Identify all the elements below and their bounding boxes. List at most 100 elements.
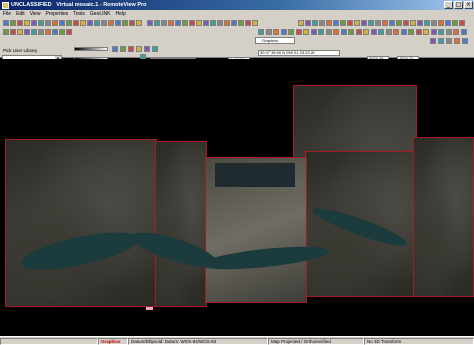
- tool-icon-8[interactable]: [52, 29, 58, 35]
- toolbar-icon-20[interactable]: [136, 20, 142, 26]
- graphics-icon-17[interactable]: [378, 29, 384, 35]
- toolbar-icon-r-10[interactable]: [361, 20, 367, 26]
- toolbar-icon-6[interactable]: [38, 20, 44, 26]
- toolbar-icon-29[interactable]: [203, 20, 209, 26]
- graphics-icon-18[interactable]: [385, 29, 392, 35]
- graphics-icon-15[interactable]: [363, 29, 369, 35]
- graphics-icon-23[interactable]: [423, 29, 429, 35]
- menu-view[interactable]: View: [30, 11, 41, 17]
- graphics-icon-19[interactable]: [393, 29, 399, 35]
- menu-file[interactable]: File: [3, 11, 11, 17]
- toolbar-icon-25[interactable]: [175, 20, 181, 26]
- toolbar-icon-26[interactable]: [182, 20, 188, 26]
- toolbar-icon-11[interactable]: [73, 20, 79, 26]
- graphics-icon-7[interactable]: [303, 29, 309, 35]
- coordinate-field[interactable]: 30 07 36.90 N 090 01 03.23 W: [258, 50, 340, 56]
- enhance-icon-5[interactable]: [144, 46, 150, 52]
- toolbar-icon-4[interactable]: [24, 20, 30, 26]
- image-viewport[interactable]: [0, 59, 474, 336]
- toolbar-icon-31[interactable]: [217, 20, 223, 26]
- toolbar-icon-r-23[interactable]: [452, 20, 458, 26]
- nav-icon-3[interactable]: [446, 38, 452, 44]
- toolbar-icon-5[interactable]: [31, 20, 37, 26]
- graphics-icon-12[interactable]: [340, 29, 347, 35]
- toolbar-icon-r-11[interactable]: [368, 20, 374, 26]
- toolbar-icon-18[interactable]: [122, 20, 128, 26]
- enhance-icon-6[interactable]: [152, 46, 158, 52]
- nav-icon-1[interactable]: [430, 38, 436, 44]
- graphics-icon-10[interactable]: [325, 29, 332, 35]
- toolbar-icon-r-4[interactable]: [319, 20, 325, 26]
- graphics-icon-5[interactable]: [288, 29, 294, 35]
- toolbar-icon-16[interactable]: [108, 20, 114, 26]
- graphics-icon-21[interactable]: [408, 29, 414, 35]
- toolbar-icon-14[interactable]: [94, 20, 100, 26]
- graphics-icon-20[interactable]: [400, 29, 407, 35]
- toolbar-icon-32[interactable]: [224, 20, 230, 26]
- graphics-combo[interactable]: Graphics: [255, 37, 295, 44]
- graphics-icon-8[interactable]: [310, 29, 317, 35]
- toolbar-icon-19[interactable]: [129, 20, 135, 26]
- nav-icon-4[interactable]: [454, 38, 460, 44]
- toolbar-icon-8[interactable]: [52, 20, 58, 26]
- toolbar-icon-13[interactable]: [87, 20, 93, 26]
- toolbar-icon-r-14[interactable]: [389, 20, 395, 26]
- enhance-icon-3[interactable]: [128, 46, 134, 52]
- toolbar-icon-r-12[interactable]: [375, 20, 381, 26]
- toolbar-icon-7[interactable]: [45, 20, 51, 26]
- toolbar-icon-34[interactable]: [238, 20, 244, 26]
- graphics-icon-11[interactable]: [333, 29, 339, 35]
- menu-help[interactable]: Help: [116, 11, 126, 17]
- graphics-icon-16[interactable]: [370, 29, 377, 35]
- toolbar-icon-28[interactable]: [196, 20, 202, 26]
- toolbar-icon-23[interactable]: [161, 20, 167, 26]
- menu-edit[interactable]: Edit: [16, 11, 25, 17]
- maximize-button[interactable]: □: [454, 1, 463, 9]
- toolbar-icon-r-7[interactable]: [340, 20, 346, 26]
- toolbar-icon-r-18[interactable]: [417, 20, 423, 26]
- toolbar-icon-9[interactable]: [59, 20, 65, 26]
- toolbar-icon-27[interactable]: [189, 20, 195, 26]
- toolbar-icon-r-5[interactable]: [326, 20, 332, 26]
- toolbar-icon-r-21[interactable]: [438, 20, 444, 26]
- close-button[interactable]: ×: [464, 1, 473, 9]
- tool-icon-7[interactable]: [45, 29, 51, 35]
- toolbar-icon-r-19[interactable]: [424, 20, 430, 26]
- graphics-icon-3[interactable]: [273, 29, 279, 35]
- menu-tools[interactable]: Tools: [73, 11, 85, 17]
- toolbar-icon-r-9[interactable]: [354, 20, 360, 26]
- graphics-icon-1[interactable]: [258, 29, 264, 35]
- tool-icon-6[interactable]: [38, 29, 44, 35]
- graphics-icon-13[interactable]: [348, 29, 354, 35]
- toolbar-icon-30[interactable]: [210, 20, 216, 26]
- toolbar-icon-12[interactable]: [80, 20, 86, 26]
- toolbar-icon-r-8[interactable]: [347, 20, 353, 26]
- graphics-icon-2[interactable]: [265, 29, 272, 35]
- toolbar-icon-r-20[interactable]: [431, 20, 437, 26]
- toolbar-icon-22[interactable]: [154, 20, 160, 26]
- tool-icon-1[interactable]: [3, 29, 9, 35]
- graphics-icon-28[interactable]: [460, 29, 467, 35]
- toolbar-icon-r-15[interactable]: [396, 20, 402, 26]
- graphics-icon-25[interactable]: [438, 29, 444, 35]
- nav-icon-2[interactable]: [438, 38, 444, 44]
- toolbar-icon-r-22[interactable]: [445, 20, 451, 26]
- tool-icon-5[interactable]: [31, 29, 37, 35]
- graphics-icon-27[interactable]: [453, 29, 459, 35]
- tool-icon-2[interactable]: [10, 29, 16, 35]
- nav-icon-5[interactable]: [462, 38, 468, 44]
- tool-icon-10[interactable]: [66, 29, 72, 35]
- toolbar-icon-r-2[interactable]: [305, 20, 311, 26]
- toolbar-icon-24[interactable]: [168, 20, 174, 26]
- menu-properties[interactable]: Properties: [45, 11, 68, 17]
- toolbar-icon-35[interactable]: [245, 20, 251, 26]
- minimize-button[interactable]: _: [444, 1, 453, 9]
- toolbar-icon-r-3[interactable]: [312, 20, 318, 26]
- overview-marker[interactable]: [146, 307, 153, 310]
- toolbar-icon-r-24[interactable]: [459, 20, 465, 26]
- graphics-icon-4[interactable]: [280, 29, 287, 35]
- toolbar-icon-r-17[interactable]: [410, 20, 416, 26]
- toolbar-icon-33[interactable]: [231, 20, 237, 26]
- brightness-slider[interactable]: [74, 47, 108, 51]
- toolbar-icon-10[interactable]: [66, 20, 72, 26]
